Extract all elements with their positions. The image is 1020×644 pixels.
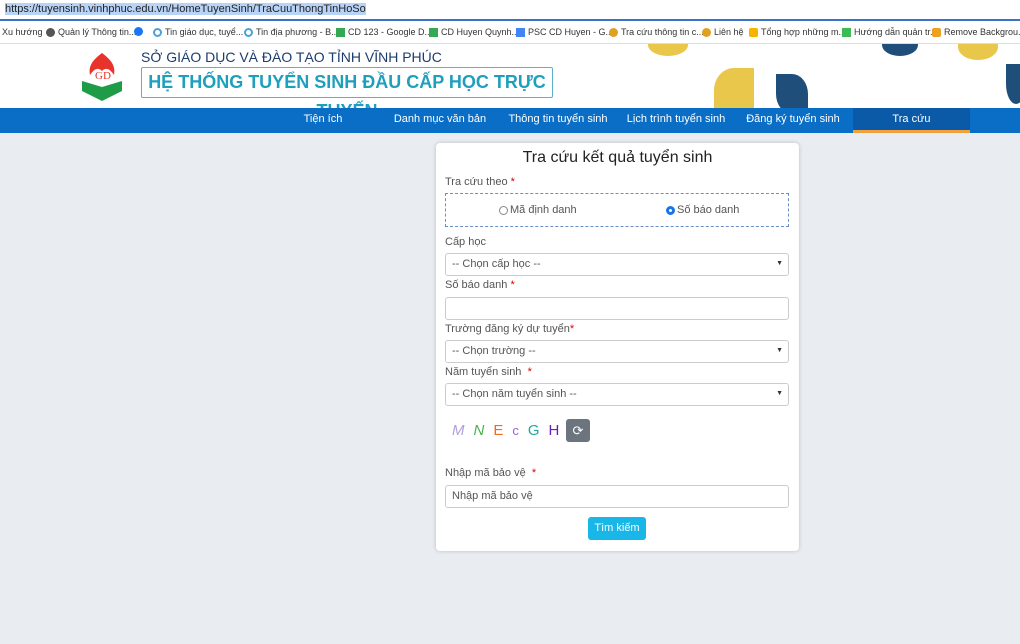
- captcha-char: H: [548, 422, 560, 439]
- sbd-input[interactable]: [445, 297, 789, 320]
- bookmark[interactable]: Quản lý Thông tin...: [46, 27, 136, 37]
- svg-text:GD: GD: [95, 70, 111, 82]
- nav-dang-ky-tuyen-sinh[interactable]: Đăng ký tuyển sinh: [740, 108, 846, 133]
- main-nav: Tiện ích Danh mục văn bản Thông tin tuyể…: [0, 108, 1020, 133]
- bookmark-label: Tin địa phương - B...: [256, 27, 339, 37]
- decoration: [714, 68, 754, 108]
- search-by-label: Tra cứu theo *: [445, 176, 515, 188]
- sbd-label: Số báo danh *: [445, 279, 515, 291]
- bookmark[interactable]: Hướng dẫn quản tr...: [842, 27, 937, 37]
- radio-ma-dinh-danh[interactable]: Mã định danh: [499, 204, 577, 216]
- bookmark[interactable]: Tin giáo dục, tuyể...: [153, 27, 243, 37]
- url-text: https://tuyensinh.vinhphuc.edu.vn/HomeTu…: [5, 3, 366, 15]
- globe-icon: [46, 27, 55, 37]
- nav-tra-cuu[interactable]: Tra cứu: [853, 108, 970, 133]
- bookmark-label: Tổng hợp những m...: [761, 27, 846, 37]
- emblem-icon: [702, 27, 711, 37]
- school-label: Trường đăng ký dự tuyển*: [445, 323, 575, 335]
- google-drive-icon: [336, 27, 345, 37]
- site-header: GD SỞ GIÁO DỤC VÀ ĐÀO TẠO TỈNH VĨNH PHÚC…: [0, 44, 1020, 108]
- google-drive-icon: [429, 27, 438, 37]
- nav-thong-tin-tuyen-sinh[interactable]: Thông tin tuyển sinh: [505, 108, 611, 133]
- emblem-icon: [609, 27, 618, 37]
- remove-bg-icon: [932, 27, 941, 37]
- bookmark[interactable]: Tổng hợp những m...: [749, 27, 846, 37]
- bookmark[interactable]: PSC CD Huyen - G...: [516, 27, 613, 37]
- lookup-form: Tra cứu kết quả tuyển sinh Tra cứu theo …: [436, 143, 799, 551]
- radio-icon: [499, 205, 508, 215]
- bookmark-label: Remove Backgrou...: [944, 27, 1020, 37]
- caret-down-icon: ▼: [776, 347, 783, 354]
- captcha-label: Nhập mã bảo vệ *: [445, 467, 537, 479]
- refresh-captcha-button[interactable]: ⟳: [566, 419, 590, 442]
- bookmark-label: Hướng dẫn quản tr...: [854, 27, 938, 37]
- bookmark[interactable]: Remove Backgrou...: [932, 27, 1020, 37]
- search-button[interactable]: Tìm kiếm: [588, 517, 646, 540]
- bookmark-label: Quản lý Thông tin...: [58, 27, 137, 37]
- bookmark[interactable]: CD Huyen Quynh...: [429, 27, 519, 37]
- bookmark[interactable]: Tin địa phương - B...: [244, 27, 339, 37]
- year-select[interactable]: -- Chọn năm tuyển sinh -- ▼: [445, 383, 789, 406]
- bookmark-label: Xu hướng: [2, 27, 43, 37]
- year-label: Năm tuyển sinh *: [445, 366, 532, 378]
- bookmark-label: Tra cứu thông tin c...: [621, 27, 704, 37]
- nav-tien-ich[interactable]: Tiện ích: [283, 108, 363, 133]
- google-drive-icon: [516, 27, 525, 37]
- department-name: SỞ GIÁO DỤC VÀ ĐÀO TẠO TỈNH VĨNH PHÚC: [141, 49, 442, 65]
- bookmark-label: PSC CD Huyen - G...: [528, 27, 614, 37]
- search-by-group: Mã định danh Số báo danh: [445, 193, 789, 227]
- bookmark[interactable]: Tra cứu thông tin c...: [609, 27, 704, 37]
- nav-danh-muc-van-ban[interactable]: Danh mục văn bản: [390, 108, 490, 133]
- bookmark[interactable]: Xu hướng: [2, 27, 42, 37]
- system-title: HỆ THỐNG TUYỂN SINH ĐẦU CẤP HỌC TRỰC TUY…: [141, 67, 553, 108]
- bookmark[interactable]: CD 123 - Google D...: [336, 27, 432, 37]
- captcha-char: E: [493, 422, 504, 439]
- level-label: Cấp học: [445, 236, 486, 248]
- site-icon: [153, 27, 162, 37]
- site-icon: [244, 27, 253, 37]
- captcha-char: M: [452, 422, 465, 439]
- bookmark-label: Liên hệ: [714, 27, 744, 37]
- decoration: [776, 74, 808, 108]
- decoration: [648, 44, 688, 56]
- keep-icon: [749, 27, 758, 37]
- bookmarks-bar: Xu hướng Quản lý Thông tin... Tin giáo d…: [0, 21, 1020, 44]
- level-select[interactable]: -- Chọn cấp học -- ▼: [445, 253, 789, 276]
- captcha-char: G: [527, 422, 540, 439]
- logo: GD: [82, 53, 122, 101]
- decoration: [958, 44, 998, 60]
- bookmark[interactable]: Liên hệ: [702, 27, 744, 37]
- bookmark[interactable]: [134, 27, 143, 36]
- captcha-image: M N E c G H: [452, 422, 559, 439]
- maps-icon: [842, 27, 851, 37]
- form-title: Tra cứu kết quả tuyển sinh: [522, 149, 713, 166]
- radio-so-bao-danh[interactable]: Số báo danh: [666, 204, 739, 216]
- captcha-char: N: [473, 422, 485, 439]
- bookmark-label: CD 123 - Google D...: [348, 27, 433, 37]
- nav-lich-trinh-tuyen-sinh[interactable]: Lịch trình tuyển sinh: [622, 108, 730, 133]
- refresh-icon: ⟳: [572, 423, 584, 438]
- captcha-char: c: [512, 423, 519, 438]
- decoration: [882, 44, 918, 56]
- caret-down-icon: ▼: [776, 390, 783, 397]
- decoration: [1006, 64, 1020, 104]
- bookmark-label: CD Huyen Quynh...: [441, 27, 520, 37]
- address-bar[interactable]: https://tuyensinh.vinhphuc.edu.vn/HomeTu…: [0, 0, 1020, 21]
- caret-down-icon: ▼: [776, 260, 783, 267]
- bookmark-label: Tin giáo dục, tuyể...: [165, 27, 244, 37]
- captcha-input[interactable]: Nhập mã bảo vệ: [445, 485, 789, 508]
- radio-checked-icon: [666, 205, 675, 215]
- school-select[interactable]: -- Chọn trường -- ▼: [445, 340, 789, 363]
- facebook-icon: [134, 27, 143, 36]
